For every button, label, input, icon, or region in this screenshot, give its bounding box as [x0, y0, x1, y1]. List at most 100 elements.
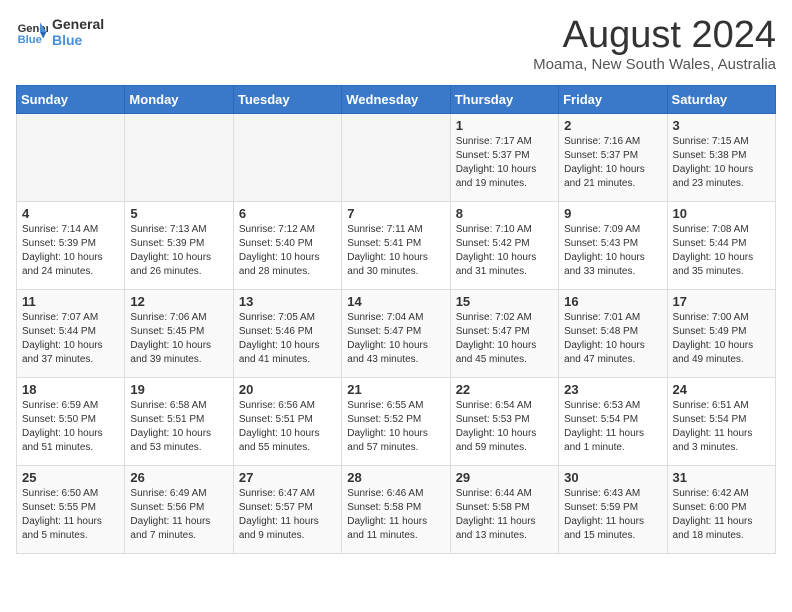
day-info: Sunrise: 7:13 AM Sunset: 5:39 PM Dayligh…	[130, 223, 227, 279]
calendar-cell: 19 Sunrise: 6:58 AM Sunset: 5:51 PM Dayli…	[125, 378, 233, 466]
day-info: Sunrise: 7:11 AM Sunset: 5:41 PM Dayligh…	[347, 223, 444, 279]
calendar-cell: 7 Sunrise: 7:11 AM Sunset: 5:41 PM Daylig…	[342, 202, 450, 290]
day-info: Sunrise: 7:00 AM Sunset: 5:49 PM Dayligh…	[673, 311, 770, 367]
col-sunday: Sunday	[17, 86, 125, 114]
day-info: Sunrise: 6:59 AM Sunset: 5:50 PM Dayligh…	[22, 399, 119, 455]
calendar-title: August 2024	[533, 16, 776, 54]
day-number: 22	[456, 382, 553, 397]
day-number: 1	[456, 118, 553, 133]
day-info: Sunrise: 7:02 AM Sunset: 5:47 PM Dayligh…	[456, 311, 553, 367]
calendar-table: Sunday Monday Tuesday Wednesday Thursday…	[16, 85, 776, 554]
calendar-cell: 18Sunrise: 6:59 AM Sunset: 5:50 PM Dayli…	[17, 378, 125, 466]
day-number: 27	[239, 470, 336, 485]
day-number: 29	[456, 470, 553, 485]
day-info: Sunrise: 6:42 AM Sunset: 6:00 PM Dayligh…	[673, 487, 770, 543]
calendar-cell: 31 Sunrise: 6:42 AM Sunset: 6:00 PM Dayli…	[667, 466, 775, 554]
col-wednesday: Wednesday	[342, 86, 450, 114]
calendar-cell: 4 Sunrise: 7:14 AM Sunset: 5:39 PM Daylig…	[17, 202, 125, 290]
day-number: 9	[564, 206, 661, 221]
calendar-week-2: 4 Sunrise: 7:14 AM Sunset: 5:39 PM Daylig…	[17, 202, 776, 290]
day-info: Sunrise: 6:54 AM Sunset: 5:53 PM Dayligh…	[456, 399, 553, 455]
day-info: Sunrise: 7:07 AM Sunset: 5:44 PM Dayligh…	[22, 311, 119, 367]
calendar-cell: 6 Sunrise: 7:12 AM Sunset: 5:40 PM Daylig…	[233, 202, 341, 290]
calendar-cell: 20 Sunrise: 6:56 AM Sunset: 5:51 PM Dayli…	[233, 378, 341, 466]
day-info: Sunrise: 6:43 AM Sunset: 5:59 PM Dayligh…	[564, 487, 661, 543]
day-number: 25	[22, 470, 119, 485]
day-number: 26	[130, 470, 227, 485]
calendar-cell: 16Sunrise: 7:01 AM Sunset: 5:48 PM Dayli…	[559, 290, 667, 378]
day-info: Sunrise: 7:08 AM Sunset: 5:44 PM Dayligh…	[673, 223, 770, 279]
calendar-cell: 26 Sunrise: 6:49 AM Sunset: 5:56 PM Dayli…	[125, 466, 233, 554]
day-number: 15	[456, 294, 553, 309]
calendar-cell: 27 Sunrise: 6:47 AM Sunset: 5:57 PM Dayli…	[233, 466, 341, 554]
day-number: 24	[673, 382, 770, 397]
day-number: 5	[130, 206, 227, 221]
day-number: 13	[239, 294, 336, 309]
col-thursday: Thursday	[450, 86, 558, 114]
day-info: Sunrise: 6:46 AM Sunset: 5:58 PM Dayligh…	[347, 487, 444, 543]
day-number: 23	[564, 382, 661, 397]
day-info: Sunrise: 7:10 AM Sunset: 5:42 PM Dayligh…	[456, 223, 553, 279]
day-info: Sunrise: 7:05 AM Sunset: 5:46 PM Dayligh…	[239, 311, 336, 367]
calendar-cell	[17, 114, 125, 202]
calendar-cell: 15 Sunrise: 7:02 AM Sunset: 5:47 PM Dayli…	[450, 290, 558, 378]
calendar-cell: 5 Sunrise: 7:13 AM Sunset: 5:39 PM Daylig…	[125, 202, 233, 290]
title-block: August 2024 Moama, New South Wales, Aust…	[533, 16, 776, 73]
calendar-subtitle: Moama, New South Wales, Australia	[533, 56, 776, 73]
calendar-cell: 30Sunrise: 6:43 AM Sunset: 5:59 PM Dayli…	[559, 466, 667, 554]
day-info: Sunrise: 7:04 AM Sunset: 5:47 PM Dayligh…	[347, 311, 444, 367]
calendar-week-5: 25 Sunrise: 6:50 AM Sunset: 5:55 PM Dayli…	[17, 466, 776, 554]
day-number: 6	[239, 206, 336, 221]
day-number: 19	[130, 382, 227, 397]
day-info: Sunrise: 6:49 AM Sunset: 5:56 PM Dayligh…	[130, 487, 227, 543]
day-info: Sunrise: 7:12 AM Sunset: 5:40 PM Dayligh…	[239, 223, 336, 279]
logo-general: General	[52, 16, 104, 32]
calendar-cell	[342, 114, 450, 202]
day-info: Sunrise: 7:14 AM Sunset: 5:39 PM Dayligh…	[22, 223, 119, 279]
day-info: Sunrise: 6:50 AM Sunset: 5:55 PM Dayligh…	[22, 487, 119, 543]
calendar-cell: 23 Sunrise: 6:53 AM Sunset: 5:54 PM Dayli…	[559, 378, 667, 466]
day-info: Sunrise: 7:01 AM Sunset: 5:48 PM Dayligh…	[564, 311, 661, 367]
day-info: Sunrise: 6:58 AM Sunset: 5:51 PM Dayligh…	[130, 399, 227, 455]
calendar-cell: 11 Sunrise: 7:07 AM Sunset: 5:44 PM Dayli…	[17, 290, 125, 378]
calendar-cell: 10 Sunrise: 7:08 AM Sunset: 5:44 PM Dayli…	[667, 202, 775, 290]
calendar-week-4: 18Sunrise: 6:59 AM Sunset: 5:50 PM Dayli…	[17, 378, 776, 466]
calendar-week-1: 1 Sunrise: 7:17 AM Sunset: 5:37 PM Daylig…	[17, 114, 776, 202]
calendar-cell: 28 Sunrise: 6:46 AM Sunset: 5:58 PM Dayli…	[342, 466, 450, 554]
calendar-cell: 24Sunrise: 6:51 AM Sunset: 5:54 PM Dayli…	[667, 378, 775, 466]
day-info: Sunrise: 6:55 AM Sunset: 5:52 PM Dayligh…	[347, 399, 444, 455]
col-monday: Monday	[125, 86, 233, 114]
day-number: 31	[673, 470, 770, 485]
day-number: 2	[564, 118, 661, 133]
day-info: Sunrise: 7:16 AM Sunset: 5:37 PM Dayligh…	[564, 135, 661, 191]
day-info: Sunrise: 6:47 AM Sunset: 5:57 PM Dayligh…	[239, 487, 336, 543]
logo-blue: Blue	[52, 32, 104, 48]
day-info: Sunrise: 7:09 AM Sunset: 5:43 PM Dayligh…	[564, 223, 661, 279]
calendar-cell: 13 Sunrise: 7:05 AM Sunset: 5:46 PM Dayli…	[233, 290, 341, 378]
calendar-week-3: 11 Sunrise: 7:07 AM Sunset: 5:44 PM Dayli…	[17, 290, 776, 378]
calendar-cell: 1 Sunrise: 7:17 AM Sunset: 5:37 PM Daylig…	[450, 114, 558, 202]
day-number: 4	[22, 206, 119, 221]
col-saturday: Saturday	[667, 86, 775, 114]
day-number: 7	[347, 206, 444, 221]
day-number: 14	[347, 294, 444, 309]
calendar-cell: 14 Sunrise: 7:04 AM Sunset: 5:47 PM Dayli…	[342, 290, 450, 378]
day-info: Sunrise: 7:17 AM Sunset: 5:37 PM Dayligh…	[456, 135, 553, 191]
calendar-cell: 8 Sunrise: 7:10 AM Sunset: 5:42 PM Daylig…	[450, 202, 558, 290]
calendar-cell: 17Sunrise: 7:00 AM Sunset: 5:49 PM Dayli…	[667, 290, 775, 378]
logo: General Blue General Blue	[16, 16, 104, 48]
header: General Blue General Blue August 2024 Mo…	[16, 16, 776, 73]
calendar-cell: 9 Sunrise: 7:09 AM Sunset: 5:43 PM Daylig…	[559, 202, 667, 290]
day-number: 28	[347, 470, 444, 485]
calendar-cell: 25 Sunrise: 6:50 AM Sunset: 5:55 PM Dayli…	[17, 466, 125, 554]
day-number: 11	[22, 294, 119, 309]
calendar-cell: 21Sunrise: 6:55 AM Sunset: 5:52 PM Dayli…	[342, 378, 450, 466]
calendar-cell: 12Sunrise: 7:06 AM Sunset: 5:45 PM Dayli…	[125, 290, 233, 378]
day-info: Sunrise: 6:56 AM Sunset: 5:51 PM Dayligh…	[239, 399, 336, 455]
day-info: Sunrise: 6:53 AM Sunset: 5:54 PM Dayligh…	[564, 399, 661, 455]
day-number: 20	[239, 382, 336, 397]
day-number: 3	[673, 118, 770, 133]
svg-text:Blue: Blue	[18, 34, 42, 46]
day-number: 10	[673, 206, 770, 221]
day-number: 8	[456, 206, 553, 221]
